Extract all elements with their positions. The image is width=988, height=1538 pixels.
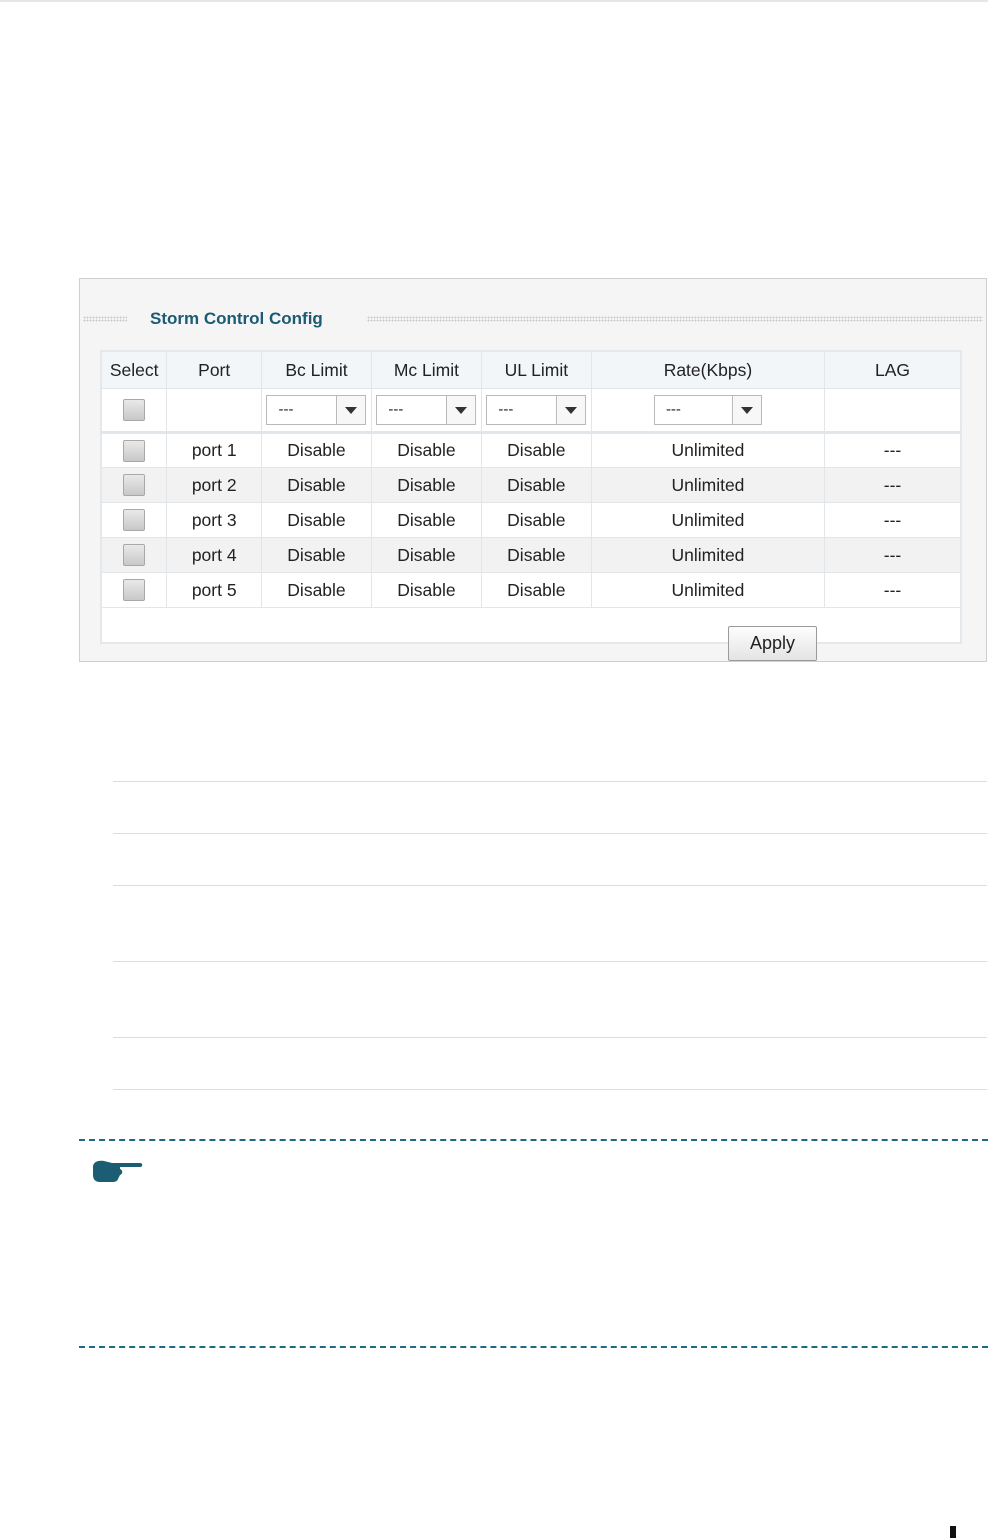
panel-title-row: Storm Control Config bbox=[80, 307, 986, 331]
bc-limit-cell: Disable bbox=[261, 572, 372, 608]
port-cell: port 1 bbox=[166, 432, 263, 468]
row-checkbox[interactable] bbox=[123, 579, 146, 602]
table-rule bbox=[113, 1089, 987, 1090]
dotted-divider-right bbox=[367, 316, 983, 322]
apply-button[interactable]: Apply bbox=[728, 626, 817, 661]
lag-cell: --- bbox=[824, 432, 962, 468]
ul-limit-cell: Disable bbox=[480, 537, 592, 573]
bc-limit-dropdown-button[interactable] bbox=[336, 396, 366, 424]
ul-limit-cell: Disable bbox=[480, 572, 592, 608]
header-lag: LAG bbox=[824, 350, 962, 389]
ul-limit-select[interactable]: --- bbox=[486, 395, 587, 425]
bc-limit-cell: Disable bbox=[261, 502, 372, 538]
table-row: port 1 Disable Disable Disable Unlimited… bbox=[100, 432, 962, 468]
ul-limit-select-value: --- bbox=[498, 401, 514, 418]
chevron-down-icon bbox=[345, 407, 358, 414]
header-mc-limit: Mc Limit bbox=[370, 350, 482, 389]
mc-limit-select-value: --- bbox=[388, 401, 404, 418]
panel-title: Storm Control Config bbox=[150, 309, 323, 328]
rate-cell: Unlimited bbox=[590, 432, 826, 468]
rate-cell: Unlimited bbox=[590, 537, 826, 573]
top-rule bbox=[0, 0, 988, 2]
bc-limit-cell: Disable bbox=[261, 432, 372, 468]
table-row: port 5 Disable Disable Disable Unlimited… bbox=[100, 572, 962, 608]
table-rule bbox=[113, 961, 987, 962]
table-rule bbox=[113, 1037, 987, 1038]
mc-limit-cell: Disable bbox=[370, 467, 482, 503]
table-footer-spacer bbox=[101, 607, 961, 643]
ul-limit-cell: Disable bbox=[480, 432, 592, 468]
mc-limit-cell: Disable bbox=[370, 502, 482, 538]
filter-lag-cell bbox=[824, 388, 962, 434]
rate-dropdown-button[interactable] bbox=[731, 396, 761, 424]
lag-cell: --- bbox=[824, 467, 962, 503]
note-divider-bottom bbox=[79, 1346, 988, 1348]
filter-port-cell bbox=[166, 388, 263, 434]
mc-limit-select[interactable]: --- bbox=[376, 395, 477, 425]
filter-row: --- --- --- --- bbox=[100, 388, 962, 434]
lag-cell: --- bbox=[824, 572, 962, 608]
bc-limit-select[interactable]: --- bbox=[266, 395, 367, 425]
storm-control-table: Select Port Bc Limit Mc Limit UL Limit R… bbox=[100, 350, 962, 644]
lag-cell: --- bbox=[824, 537, 962, 573]
header-select: Select bbox=[100, 350, 168, 389]
table-row: port 3 Disable Disable Disable Unlimited… bbox=[100, 502, 962, 538]
mc-limit-cell: Disable bbox=[370, 572, 482, 608]
port-cell: port 2 bbox=[166, 467, 263, 503]
header-port: Port bbox=[166, 350, 263, 389]
row-checkbox[interactable] bbox=[123, 439, 146, 462]
mc-limit-cell: Disable bbox=[370, 537, 482, 573]
table-rule bbox=[113, 833, 987, 834]
bc-limit-select-value: --- bbox=[278, 401, 294, 418]
table-row: port 2 Disable Disable Disable Unlimited… bbox=[100, 467, 962, 503]
chevron-down-icon bbox=[565, 407, 578, 414]
row-checkbox[interactable] bbox=[123, 509, 146, 532]
table-rule bbox=[113, 781, 987, 782]
note-divider-top bbox=[79, 1139, 988, 1141]
rate-select[interactable]: --- bbox=[653, 395, 762, 425]
port-cell: port 4 bbox=[166, 537, 263, 573]
corner-mark bbox=[950, 1526, 956, 1538]
rate-select-value: --- bbox=[665, 401, 681, 418]
table-rule bbox=[113, 885, 987, 886]
header-rate: Rate(Kbps) bbox=[590, 350, 826, 389]
table-row: port 4 Disable Disable Disable Unlimited… bbox=[100, 537, 962, 573]
storm-control-panel: Storm Control Config Select Port Bc Limi… bbox=[79, 278, 987, 662]
mc-limit-dropdown-button[interactable] bbox=[446, 396, 476, 424]
header-ul-limit: UL Limit bbox=[480, 350, 592, 389]
bc-limit-cell: Disable bbox=[261, 467, 372, 503]
ul-limit-cell: Disable bbox=[480, 467, 592, 503]
port-cell: port 3 bbox=[166, 502, 263, 538]
row-checkbox[interactable] bbox=[123, 474, 146, 497]
port-cell: port 5 bbox=[166, 572, 263, 608]
select-all-checkbox[interactable] bbox=[123, 399, 146, 422]
dotted-divider-left bbox=[83, 316, 127, 322]
mc-limit-cell: Disable bbox=[370, 432, 482, 468]
bc-limit-cell: Disable bbox=[261, 537, 372, 573]
rate-cell: Unlimited bbox=[590, 502, 826, 538]
table-header-row: Select Port Bc Limit Mc Limit UL Limit R… bbox=[100, 350, 962, 389]
chevron-down-icon bbox=[740, 407, 753, 414]
row-checkbox[interactable] bbox=[123, 544, 146, 567]
header-bc-limit: Bc Limit bbox=[261, 350, 372, 389]
pointing-hand-icon bbox=[93, 1160, 143, 1182]
ul-limit-cell: Disable bbox=[480, 502, 592, 538]
chevron-down-icon bbox=[455, 407, 468, 414]
ul-limit-dropdown-button[interactable] bbox=[556, 396, 586, 424]
rate-cell: Unlimited bbox=[590, 467, 826, 503]
rate-cell: Unlimited bbox=[590, 572, 826, 608]
lag-cell: --- bbox=[824, 502, 962, 538]
